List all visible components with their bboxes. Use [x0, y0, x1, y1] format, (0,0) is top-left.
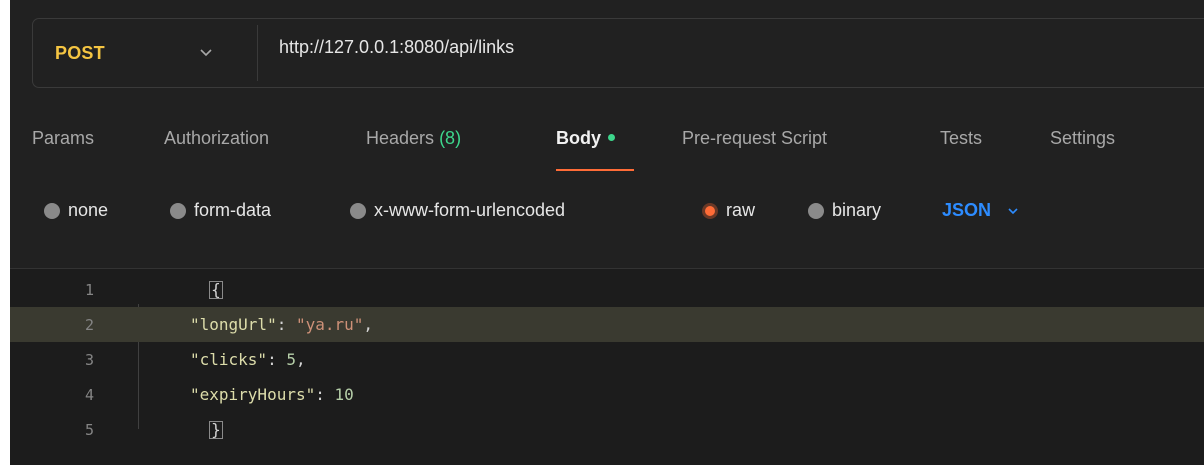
json-separator: :: [267, 350, 287, 369]
radio-binary[interactable]: binary: [808, 200, 881, 221]
body-type-options: none form-data x-www-form-urlencoded raw…: [10, 192, 1204, 232]
format-label: JSON: [942, 200, 992, 220]
radio-none[interactable]: none: [44, 200, 108, 221]
radio-raw[interactable]: raw: [702, 200, 755, 221]
code-line: 3 "clicks": 5,: [10, 342, 1204, 377]
line-number: 4: [84, 385, 94, 404]
json-separator: :: [315, 385, 335, 404]
radio-selected-dot-icon: [702, 202, 718, 219]
tab-body[interactable]: Body: [556, 128, 615, 149]
tab-authorization[interactable]: Authorization: [164, 128, 269, 149]
line-number: 2: [84, 315, 94, 334]
tab-headers-count: (8): [439, 128, 462, 148]
tab-headers[interactable]: Headers (8): [366, 128, 461, 149]
json-value: "ya.ru": [295, 315, 364, 334]
format-select[interactable]: JSON: [942, 200, 1019, 221]
line-number: 1: [84, 280, 94, 299]
request-tabs: Params Authorization Headers (8) Body Pr…: [10, 118, 1204, 172]
json-separator: :: [276, 315, 296, 334]
radio-binary-label: binary: [832, 200, 882, 220]
code-line-active: 2 "longUrl": "ya.ru",: [10, 307, 1204, 342]
radio-none-label: none: [68, 200, 109, 220]
active-tab-indicator: [556, 169, 634, 171]
tab-pre-request-script[interactable]: Pre-request Script: [682, 128, 827, 149]
radio-form-data[interactable]: form-data: [170, 200, 271, 221]
code-line: 1 {: [10, 272, 1204, 307]
url-divider: [257, 25, 258, 81]
radio-raw-label: raw: [726, 200, 756, 220]
code-text: }: [132, 401, 223, 458]
url-bar: POST http://127.0.0.1:8080/api/links: [32, 18, 1204, 88]
body-active-dot-icon: [608, 133, 615, 141]
json-comma: ,: [363, 315, 374, 334]
tab-settings[interactable]: Settings: [1050, 128, 1115, 149]
url-input[interactable]: http://127.0.0.1:8080/api/links: [279, 19, 514, 75]
json-value: 10: [334, 385, 354, 404]
tab-headers-label: Headers: [366, 128, 435, 148]
radio-form-data-label: form-data: [194, 200, 272, 220]
chevron-down-icon: [1008, 207, 1018, 214]
radio-dot-icon: [170, 202, 186, 219]
json-key: "longUrl": [190, 315, 277, 334]
radio-dot-icon: [350, 202, 366, 219]
code-text: "clicks": 5,: [190, 350, 306, 369]
radio-dot-icon: [44, 202, 60, 219]
radio-x-www-form-urlencoded[interactable]: x-www-form-urlencoded: [350, 200, 565, 221]
radio-dot-icon: [808, 202, 824, 219]
postman-request-panel: POST http://127.0.0.1:8080/api/links Par…: [10, 0, 1204, 465]
method-select[interactable]: POST: [55, 19, 105, 87]
code-line: 5 }: [10, 412, 1204, 447]
tab-body-label: Body: [556, 128, 601, 148]
close-brace: }: [209, 420, 223, 439]
line-number: 3: [84, 350, 94, 369]
body-editor[interactable]: 1 { 2 "longUrl": "ya.ru", 3 "clicks": 5,…: [10, 268, 1204, 465]
tab-tests[interactable]: Tests: [940, 128, 982, 149]
open-brace: {: [209, 280, 223, 299]
line-number: 5: [84, 420, 94, 439]
json-value: 5: [286, 350, 296, 369]
json-comma: ,: [295, 350, 306, 369]
tab-params[interactable]: Params: [32, 128, 94, 149]
json-key: "clicks": [190, 350, 268, 369]
radio-x-www-form-urlencoded-label: x-www-form-urlencoded: [374, 200, 566, 220]
chevron-down-icon[interactable]: [199, 45, 213, 59]
code-text: "longUrl": "ya.ru",: [190, 315, 373, 334]
